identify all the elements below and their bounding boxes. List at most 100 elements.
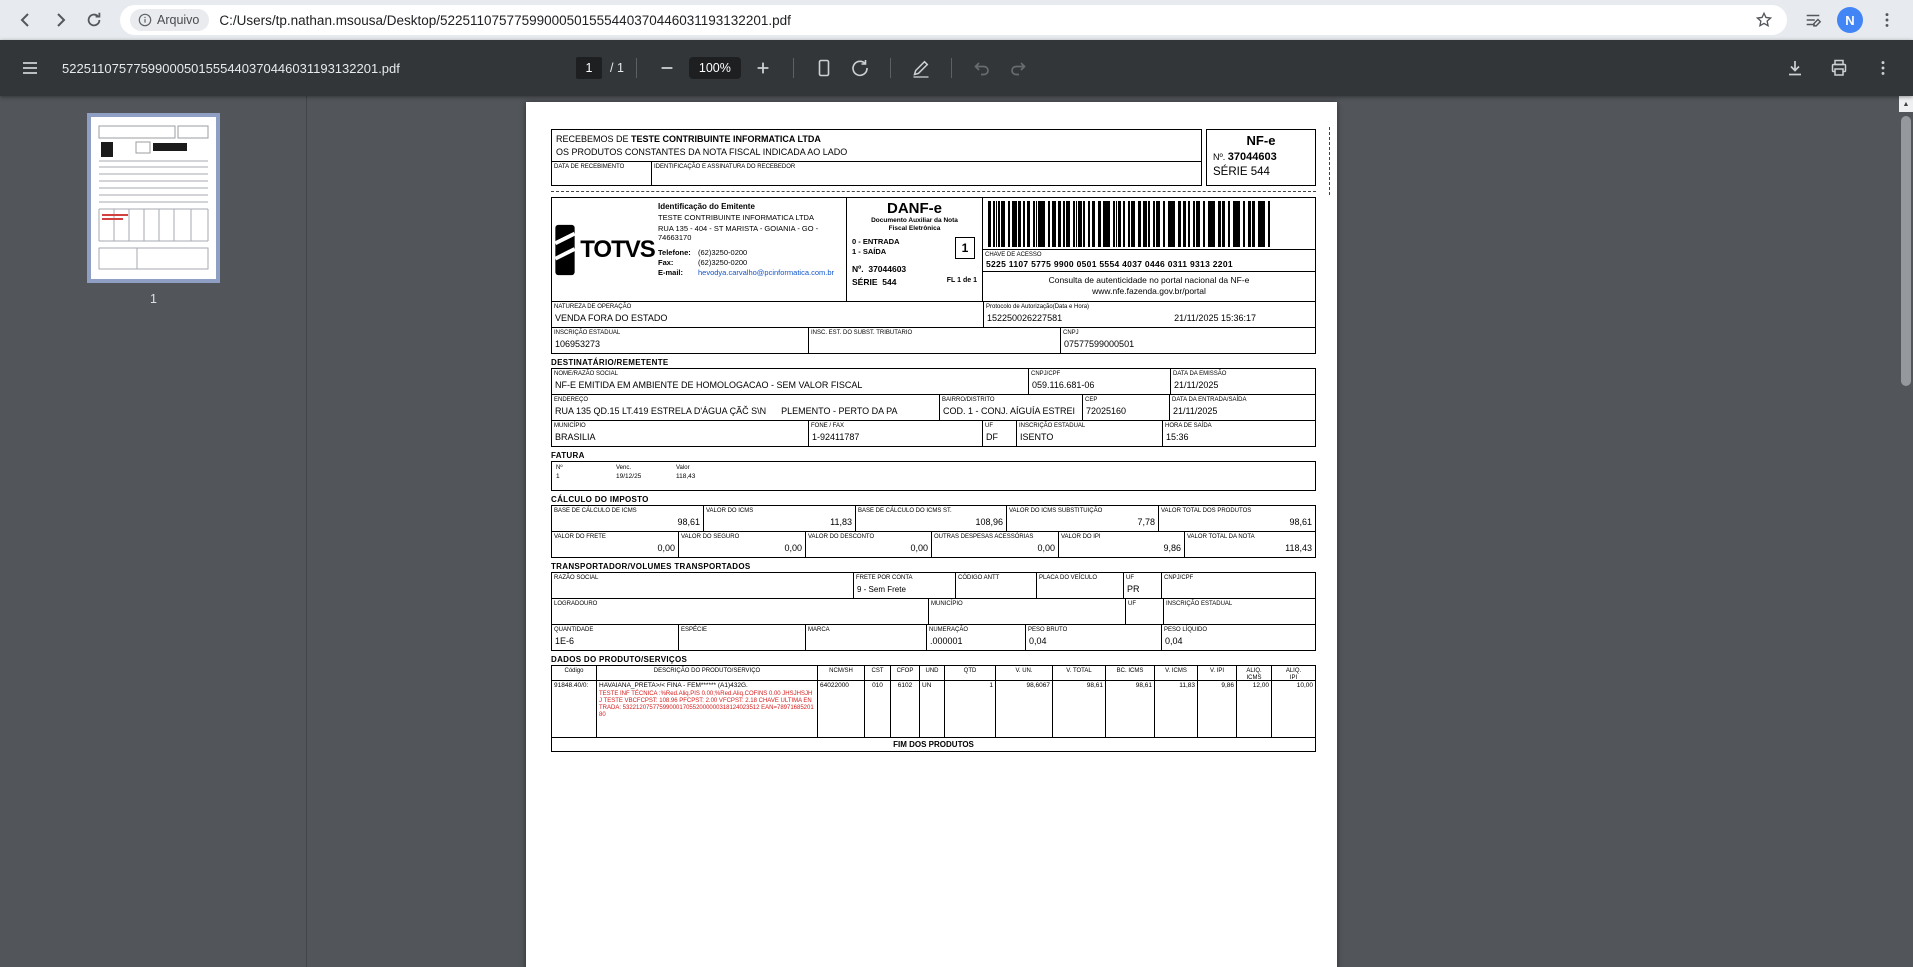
col-header-bcicms: BC. ICMS	[1105, 665, 1155, 681]
recibo-box: RECEBEMOS DE TESTE CONTRIBUINTE INFORMAT…	[551, 129, 1202, 186]
annotate-button[interactable]	[903, 50, 939, 86]
plus-icon	[757, 62, 769, 74]
site-info-chip[interactable]: Arquivo	[130, 9, 210, 31]
pdf-center-controls: / 1 100%	[576, 40, 1036, 96]
field-value: 118,43	[1285, 543, 1312, 553]
fiscal-row: INSCRIÇÃO ESTADUAL 106953273 INSC. EST. …	[551, 327, 1316, 354]
field-label: CNPJ	[1063, 330, 1079, 336]
field-label: NATUREZA DE OPERAÇÃO	[554, 304, 632, 310]
reload-icon	[87, 12, 101, 27]
email-link[interactable]: hevodya.carvalho@pcinformatica.com.br	[698, 268, 834, 277]
field-value	[552, 608, 928, 610]
pdf-more-button[interactable]	[1865, 50, 1901, 86]
field-value	[1126, 608, 1163, 610]
field-value: 7,78	[1137, 517, 1155, 527]
field-cnpj-cpf: CNPJ/CPF 059.116.681-06	[1028, 368, 1171, 395]
field-value	[679, 634, 805, 636]
produto-vun: 98,6067	[995, 680, 1053, 738]
field-label: QUANTIDADE	[554, 627, 594, 633]
produto-vicms: 11,83	[1154, 680, 1198, 738]
zoom-level[interactable]: 100%	[688, 57, 741, 79]
field-value: 059.116.681-06	[1032, 380, 1095, 390]
field-bc-icms: BASE DE CÁLCULO DE ICMS 98,61	[551, 505, 704, 532]
fit-page-button[interactable]	[806, 50, 842, 86]
url-text[interactable]: C:/Users/tp.nathan.msousa/Desktop/522511…	[219, 13, 1751, 28]
field-label: PESO BRUTO	[1028, 627, 1068, 633]
download-button[interactable]	[1777, 50, 1813, 86]
field-value: COD. 1 - CONJ. AÍGUÍA ESTREI	[943, 406, 1076, 416]
consulta-autenticidade: Consulta de autenticidade no portal naci…	[983, 271, 1315, 300]
field-label: VALOR DO SEGURO	[681, 534, 740, 540]
undo-button[interactable]	[964, 50, 1000, 86]
emitente-title: Identificação do Emitente	[658, 202, 755, 211]
field-hora-saida: HORA DE SAÍDA 15:36	[1162, 420, 1316, 447]
field-cnpj: CNPJ 07577599000501	[1060, 327, 1316, 354]
browser-menu-button[interactable]	[1871, 4, 1903, 36]
scroll-up-button[interactable]: ▲	[1899, 96, 1913, 112]
emitente-nome: TESTE CONTRIBUINTE INFORMATICA LTDA	[658, 213, 814, 222]
back-button[interactable]	[10, 4, 42, 36]
chave-valor: 5225 1107 5775 9900 0501 5554 4037 0446 …	[986, 259, 1233, 269]
address-bar[interactable]: Arquivo C:/Users/tp.nathan.msousa/Deskto…	[120, 5, 1787, 35]
pdf-menu-button[interactable]	[12, 50, 48, 86]
fatura-numero: Nº 1	[556, 464, 616, 490]
field-ie-transportador: INSCRIÇÃO ESTADUAL	[1163, 598, 1316, 625]
emitente-row: TOTVS Identificação do Emitente TESTE CO…	[551, 197, 1316, 302]
fatura-valor: Valor 118,43	[676, 464, 736, 490]
field-uf-transporte2: UF	[1125, 598, 1164, 625]
rotate-icon	[852, 60, 868, 77]
produto-descricao: HAVAIANA_PRETA>/< FINA - FEM****** (A1)4…	[596, 680, 818, 738]
field-label: MARCA	[808, 627, 830, 633]
field-inscricao-estadual: INSCRIÇÃO ESTADUAL 106953273	[551, 327, 809, 354]
field-label: BAIRRO/DISTRITO	[942, 397, 995, 403]
field-value	[552, 582, 853, 584]
col-header-vun: V. UN.	[995, 665, 1053, 681]
profile-avatar[interactable]: N	[1837, 7, 1863, 33]
field-value: DF	[986, 432, 998, 442]
field-label: Venc.	[616, 465, 632, 471]
field-cnpj-transportador: CNPJ/CPF	[1161, 572, 1316, 599]
pdf-right-controls	[1777, 40, 1901, 96]
danfe-tipo-box: 1	[955, 237, 975, 259]
field-value: 0,04	[1165, 636, 1183, 646]
forward-button[interactable]	[44, 4, 76, 36]
field-label: CEP	[1085, 397, 1098, 403]
chave-box: CHAVE DE ACESSO 5225 1107 5775 9900 0501…	[982, 197, 1316, 302]
col-header-qtd: QTD	[944, 665, 996, 681]
field-label: CNPJ/CPF	[1164, 575, 1194, 581]
zoom-in-button[interactable]	[745, 50, 781, 86]
produto-cfop: 6102	[890, 680, 920, 738]
page-thumbnail[interactable]	[87, 113, 220, 283]
back-arrow-icon	[20, 13, 29, 27]
print-button[interactable]	[1821, 50, 1857, 86]
field-label: INSCRIÇÃO ESTADUAL	[1019, 423, 1086, 429]
redo-button[interactable]	[1000, 50, 1036, 86]
danfe-folha: FL 1 de 1	[946, 277, 977, 284]
field-value: 98,61	[677, 517, 700, 527]
pdf-viewer: RECEBEMOS DE TESTE CONTRIBUINTE INFORMAT…	[307, 96, 1899, 967]
field-value	[809, 337, 1060, 339]
field-value: 0,00	[657, 543, 675, 553]
field-value: 19/12/25	[616, 473, 642, 480]
field-codigo-antt: CÓDIGO ANTT	[955, 572, 1037, 599]
side-panel-button[interactable]	[1797, 4, 1829, 36]
fim-dos-produtos: FIM DOS PRODUTOS	[551, 737, 1316, 752]
danfe-serie-row: SÉRIE 544 FL 1 de 1	[852, 277, 977, 287]
recibo-line1: RECEBEMOS DE TESTE CONTRIBUINTE INFORMAT…	[556, 134, 821, 144]
field-valor-total-produtos: VALOR TOTAL DOS PRODUTOS 98,61	[1158, 505, 1316, 532]
field-value: ISENTO	[1020, 432, 1054, 442]
section-produtos: DADOS DO PRODUTO/SERVIÇOS	[551, 655, 688, 664]
field-value: RUA 135 QD.15 LT.419 ESTRELA D'ÁGUA ÇÃČ …	[555, 406, 898, 416]
scrollbar-thumb[interactable]	[1901, 116, 1911, 386]
rotate-button[interactable]	[842, 50, 878, 86]
produto-aliqipi: 10,00	[1271, 680, 1316, 738]
forward-arrow-icon	[57, 13, 66, 27]
bookmark-star-button[interactable]	[1751, 7, 1777, 33]
field-label: UF	[1126, 575, 1134, 581]
page-number-input[interactable]	[576, 57, 602, 79]
danfe-serie: SÉRIE 544	[852, 277, 897, 287]
reload-button[interactable]	[78, 4, 110, 36]
minus-icon	[661, 67, 673, 69]
avatar-initial: N	[1845, 12, 1855, 28]
zoom-out-button[interactable]	[649, 50, 685, 86]
